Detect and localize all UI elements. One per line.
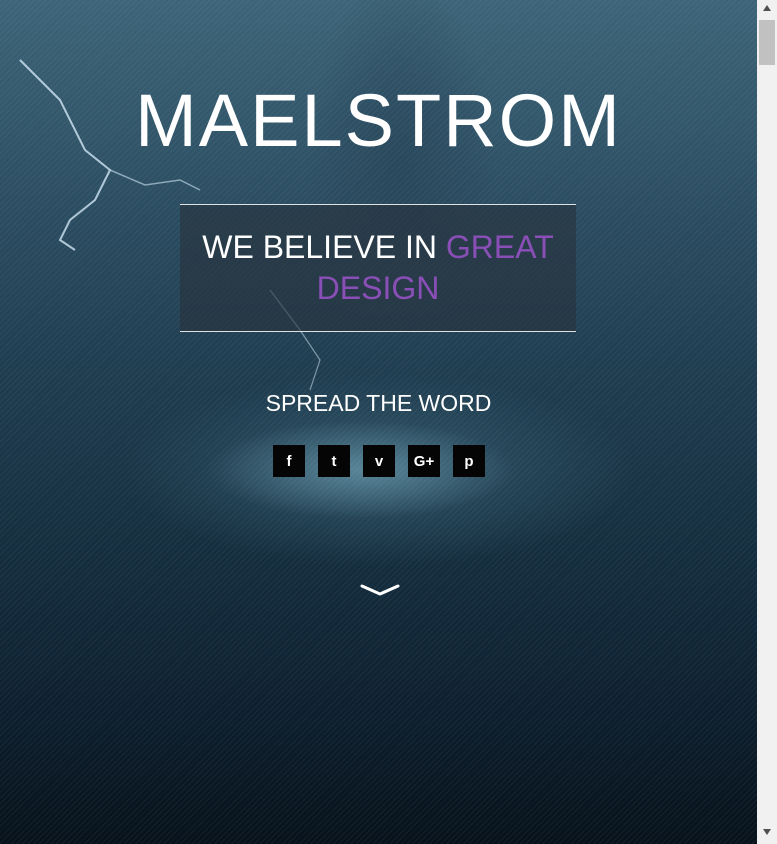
- social-links: f t v G+ p: [273, 445, 485, 477]
- hero-section: MAELSTROM WE BELIEVE IN GREAT DESIGN SPR…: [0, 0, 757, 844]
- chevron-down-icon[interactable]: [360, 580, 400, 600]
- site-title: MAELSTROM: [135, 79, 622, 162]
- spread-the-word-label: SPREAD THE WORD: [265, 390, 492, 416]
- pinterest-icon: p: [464, 452, 474, 470]
- vertical-scrollbar[interactable]: [757, 0, 777, 844]
- tagline-prefix: WE BELIEVE IN: [202, 229, 446, 265]
- vimeo-icon: v: [374, 452, 384, 470]
- google-plus-button[interactable]: G+: [408, 445, 440, 477]
- tagline: WE BELIEVE IN GREAT DESIGN: [180, 227, 576, 309]
- twitter-button[interactable]: t: [318, 445, 350, 477]
- pinterest-button[interactable]: p: [453, 445, 485, 477]
- scrollbar-thumb[interactable]: [759, 20, 775, 65]
- vimeo-button[interactable]: v: [363, 445, 395, 477]
- google-plus-icon: G+: [413, 452, 435, 470]
- scroll-up-arrow-icon[interactable]: [762, 4, 772, 12]
- facebook-button[interactable]: f: [273, 445, 305, 477]
- twitter-icon: t: [331, 452, 337, 470]
- facebook-icon: f: [286, 452, 292, 470]
- scroll-down-arrow-icon[interactable]: [762, 828, 772, 836]
- tagline-box: WE BELIEVE IN GREAT DESIGN: [180, 204, 576, 332]
